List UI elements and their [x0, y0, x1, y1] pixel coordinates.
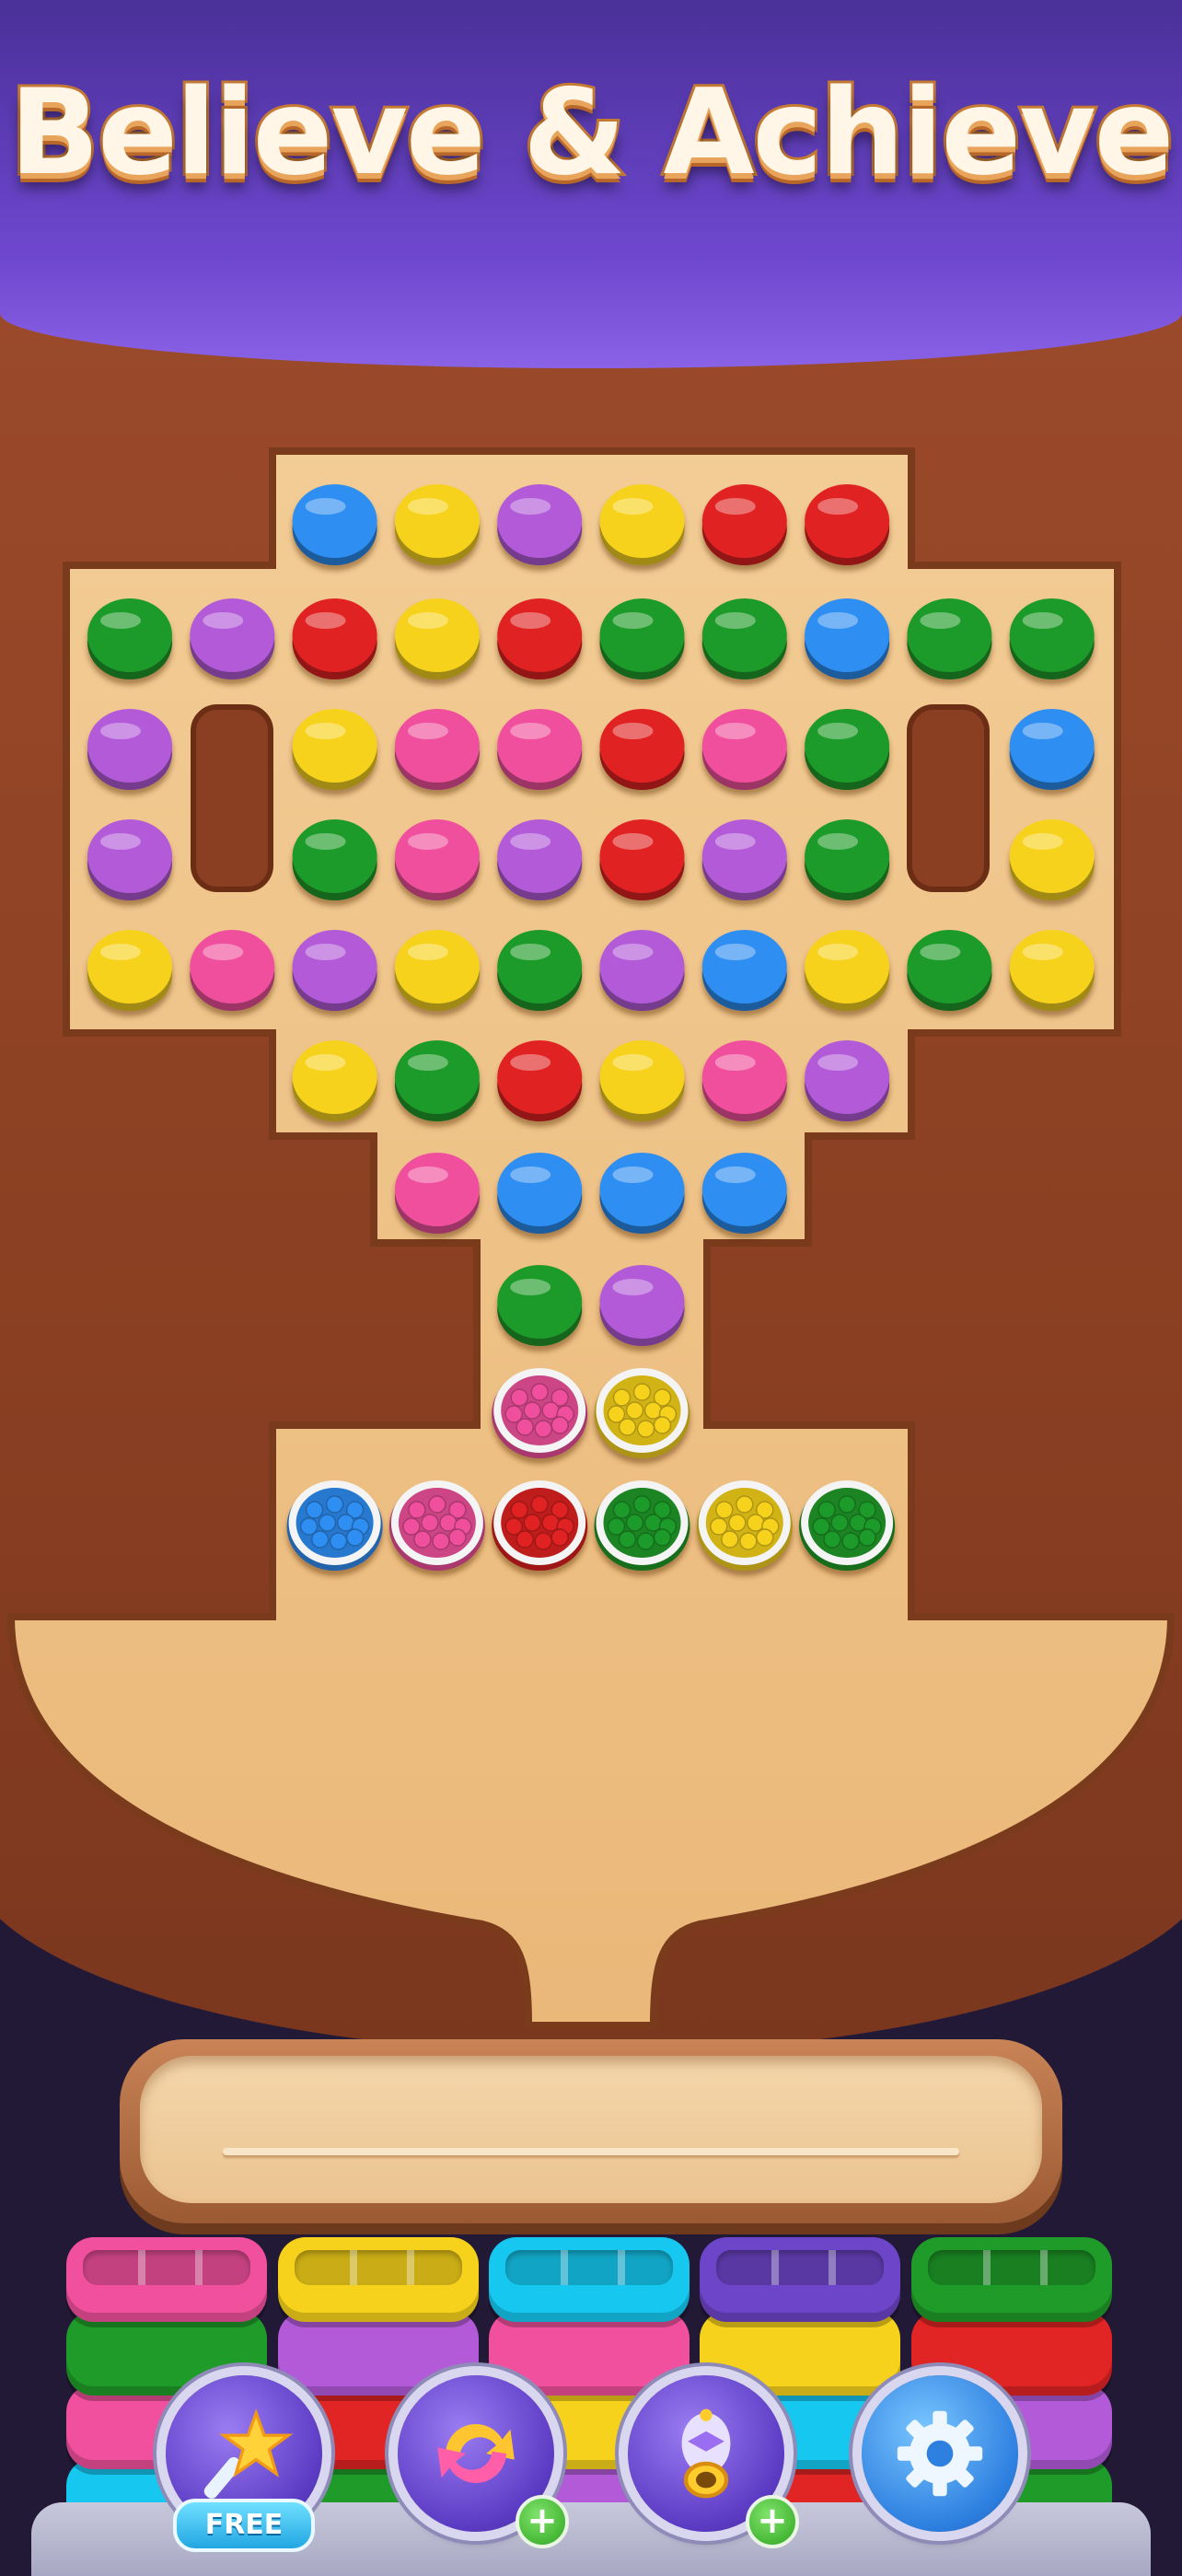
- peg-red[interactable]: [599, 819, 685, 900]
- bin-divider: [983, 2250, 991, 2285]
- peg-red[interactable]: [497, 1040, 583, 1121]
- peg-yellow[interactable]: [1009, 819, 1095, 900]
- filled-peg-green[interactable]: [799, 1480, 896, 1571]
- peg-red[interactable]: [497, 598, 583, 679]
- peg-blue[interactable]: [497, 1153, 583, 1234]
- wall-pillar-left: [191, 704, 273, 892]
- filled-peg-pink[interactable]: [388, 1480, 485, 1571]
- peg-green[interactable]: [292, 819, 377, 900]
- peg-purple[interactable]: [599, 1265, 685, 1346]
- peg-purple[interactable]: [497, 819, 583, 900]
- board-floor: [6, 447, 1176, 2029]
- peg-purple[interactable]: [87, 819, 172, 900]
- game-title: Believe & Achieve: [7, 62, 1177, 204]
- wall-pillar-right: [907, 704, 990, 892]
- peg-purple[interactable]: [87, 709, 172, 790]
- peg-purple[interactable]: [190, 598, 275, 679]
- bin-cyan[interactable]: [489, 2237, 690, 2322]
- peg-yellow[interactable]: [292, 1040, 377, 1121]
- peg-pink[interactable]: [394, 819, 480, 900]
- peg-yellow[interactable]: [394, 484, 480, 565]
- peg-green[interactable]: [701, 598, 787, 679]
- peg-yellow[interactable]: [599, 1040, 685, 1121]
- bin-divider: [138, 2250, 145, 2285]
- peg-blue[interactable]: [701, 930, 787, 1011]
- cannon-icon: [681, 2408, 731, 2499]
- peg-green[interactable]: [907, 930, 992, 1011]
- peg-pink[interactable]: [190, 930, 275, 1011]
- peg-green[interactable]: [394, 1040, 480, 1121]
- peg-pink[interactable]: [497, 709, 583, 790]
- peg-red[interactable]: [805, 484, 890, 565]
- settings-button[interactable]: [862, 2375, 1018, 2532]
- peg-pink[interactable]: [394, 709, 480, 790]
- peg-yellow[interactable]: [87, 930, 172, 1011]
- bin-divider: [771, 2250, 779, 2285]
- peg-blue[interactable]: [1009, 709, 1095, 790]
- peg-yellow[interactable]: [599, 484, 685, 565]
- peg-purple[interactable]: [701, 819, 787, 900]
- bin-yellow[interactable]: [278, 2237, 479, 2322]
- peg-purple[interactable]: [497, 484, 583, 565]
- peg-yellow[interactable]: [292, 709, 377, 790]
- peg-purple[interactable]: [292, 930, 377, 1011]
- peg-purple[interactable]: [599, 930, 685, 1011]
- peg-green[interactable]: [907, 598, 992, 679]
- free-badge: FREE: [173, 2499, 315, 2552]
- tray-rail: [223, 2148, 959, 2155]
- bin-pink[interactable]: [66, 2237, 267, 2322]
- peg-green[interactable]: [805, 819, 890, 900]
- filled-peg-yellow[interactable]: [696, 1480, 793, 1571]
- peg-green[interactable]: [599, 598, 685, 679]
- shuffle-icon: [437, 2424, 515, 2483]
- peg-pink[interactable]: [394, 1153, 480, 1234]
- bin-divider: [195, 2250, 203, 2285]
- filled-peg-pink[interactable]: [492, 1368, 588, 1458]
- collection-tray: [120, 2039, 1062, 2223]
- gear-icon: [897, 2410, 983, 2497]
- filled-peg-blue[interactable]: [286, 1480, 383, 1571]
- filled-peg-red[interactable]: [492, 1480, 588, 1571]
- peg-red[interactable]: [292, 598, 377, 679]
- peg-red[interactable]: [701, 484, 787, 565]
- header-banner: Believe & Achieve: [0, 0, 1182, 368]
- tray-slot: [140, 2056, 1042, 2203]
- bin-divider: [1040, 2250, 1048, 2285]
- bin-divider: [407, 2250, 414, 2285]
- bin-green[interactable]: [911, 2237, 1112, 2322]
- bin-violet[interactable]: [700, 2237, 900, 2322]
- bin-divider: [561, 2250, 568, 2285]
- filled-peg-green[interactable]: [594, 1480, 690, 1571]
- bin-divider: [829, 2250, 836, 2285]
- cannon-plus-badge[interactable]: +: [746, 2495, 799, 2548]
- peg-green[interactable]: [497, 930, 583, 1011]
- bin-pink[interactable]: [489, 2311, 690, 2396]
- bin-divider: [618, 2250, 625, 2285]
- peg-green[interactable]: [87, 598, 172, 679]
- peg-blue[interactable]: [701, 1153, 787, 1234]
- peg-blue[interactable]: [805, 598, 890, 679]
- magic-wand-icon: [203, 2408, 294, 2499]
- peg-green[interactable]: [805, 709, 890, 790]
- peg-yellow[interactable]: [805, 930, 890, 1011]
- bin-divider: [350, 2250, 357, 2285]
- peg-green[interactable]: [497, 1265, 583, 1346]
- peg-blue[interactable]: [292, 484, 377, 565]
- peg-pink[interactable]: [701, 709, 787, 790]
- peg-yellow[interactable]: [1009, 930, 1095, 1011]
- peg-yellow[interactable]: [394, 930, 480, 1011]
- peg-pink[interactable]: [701, 1040, 787, 1121]
- filled-peg-yellow[interactable]: [594, 1368, 690, 1458]
- peg-red[interactable]: [599, 709, 685, 790]
- peg-purple[interactable]: [805, 1040, 890, 1121]
- shuffle-plus-badge[interactable]: +: [516, 2495, 569, 2548]
- peg-blue[interactable]: [599, 1153, 685, 1234]
- peg-yellow[interactable]: [394, 598, 480, 679]
- peg-green[interactable]: [1009, 598, 1095, 679]
